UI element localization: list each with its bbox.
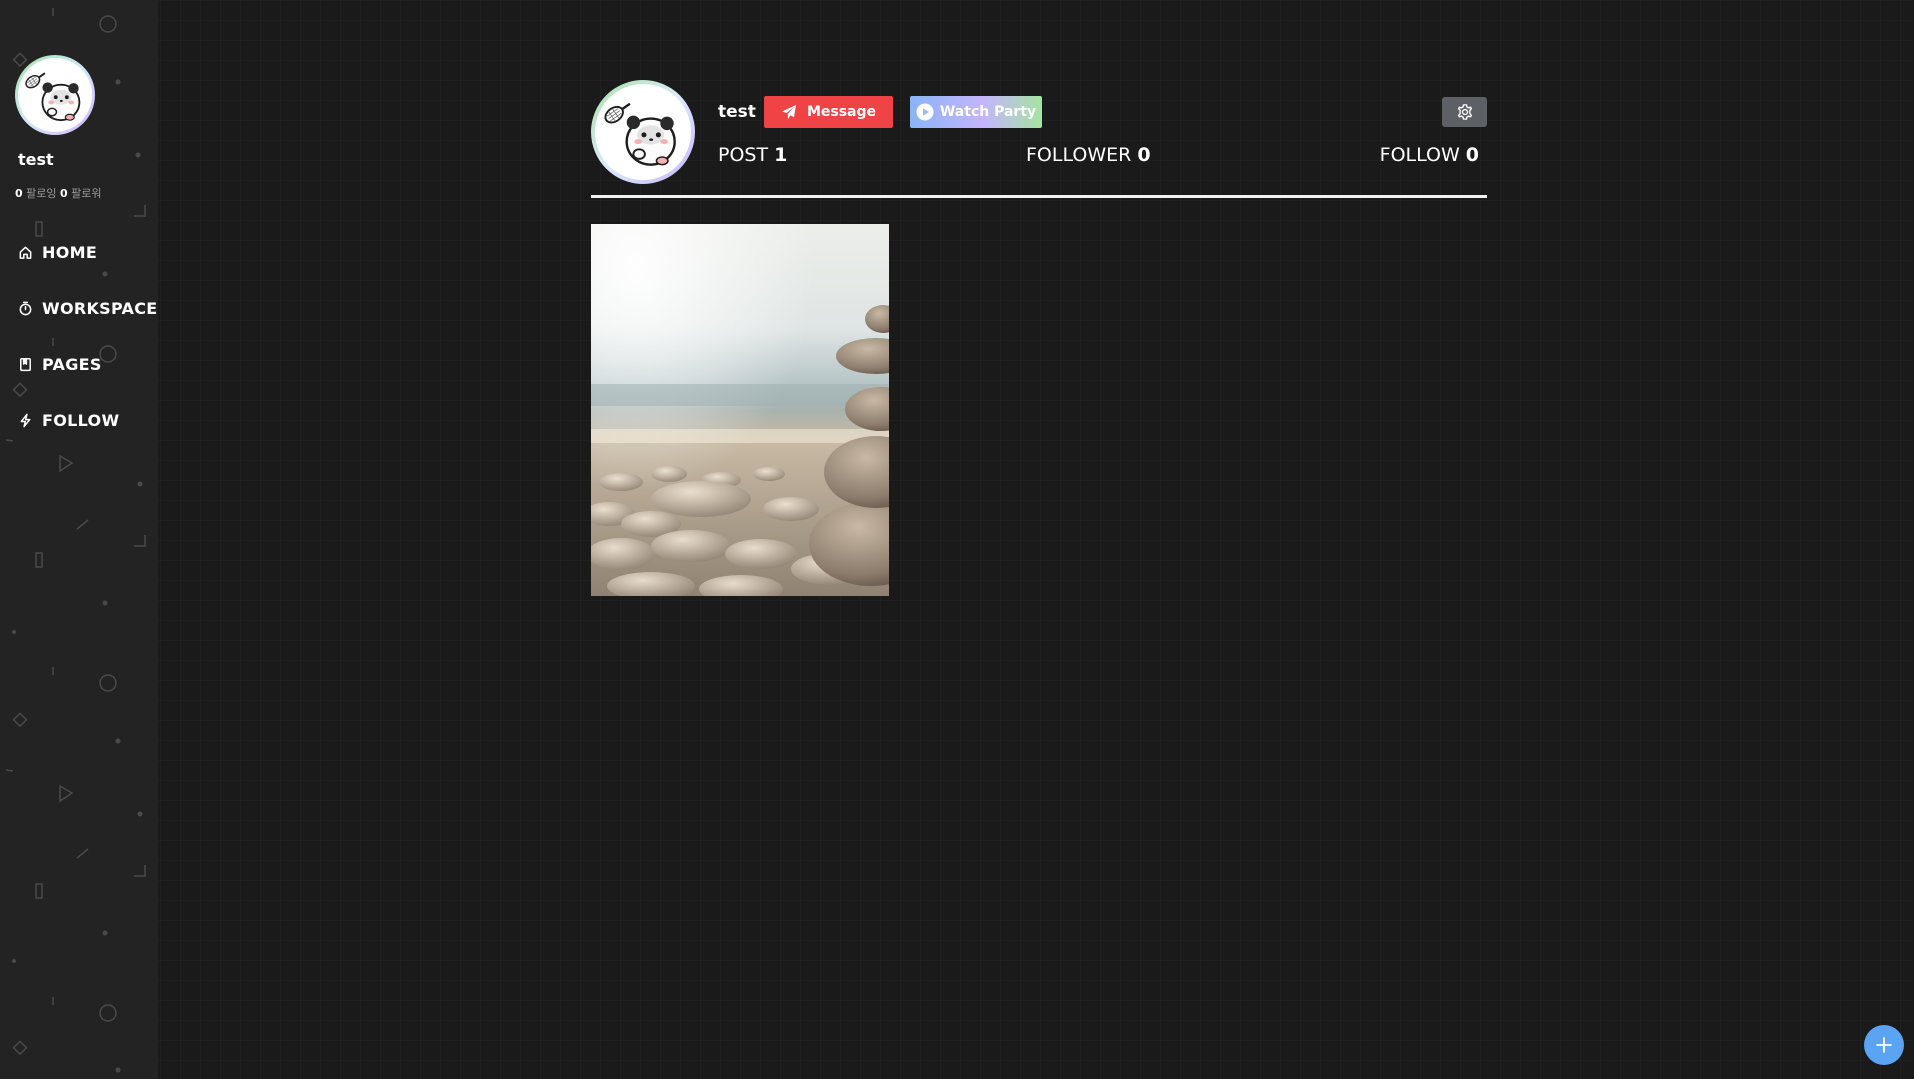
sidebar-item-label: PAGES <box>42 354 102 374</box>
message-button-label: Message <box>806 104 877 120</box>
settings-button[interactable] <box>1442 97 1487 127</box>
message-button[interactable]: Message <box>764 96 893 128</box>
follower-label: FOLLOWER <box>1026 144 1132 166</box>
timer-icon <box>16 299 34 317</box>
create-post-button[interactable] <box>1864 1025 1904 1065</box>
post-count: 1 <box>774 144 788 166</box>
follow-label: FOLLOW <box>1379 144 1460 166</box>
follower-count: 0 <box>1137 144 1151 166</box>
post-label: POST <box>718 144 769 166</box>
sidebar-item-pages[interactable]: PAGES <box>0 344 158 384</box>
profile-header: test Message Watch Party POST 1 FOLLOWER 0 <box>591 80 1487 200</box>
post-grid <box>591 224 889 596</box>
watch-party-button-label: Watch Party <box>939 104 1037 120</box>
sidebar-follower-label: 팔로워 <box>71 187 102 200</box>
sidebar-item-label: HOME <box>42 242 98 262</box>
hamster-avatar-image <box>18 58 92 132</box>
sidebar-username: test <box>18 150 54 169</box>
post-count-stat: POST 1 <box>718 144 787 166</box>
sidebar-item-label: FOLLOW <box>42 410 120 430</box>
sidebar: test 0 팔로잉 0 팔로워 HOME WORKSPACE PAGES FO… <box>0 0 158 1079</box>
follower-count-stat[interactable]: FOLLOWER 0 <box>1026 144 1151 166</box>
sidebar-nav: HOME WORKSPACE PAGES FOLLOW <box>0 232 158 456</box>
profile-avatar[interactable] <box>591 80 695 184</box>
bolt-icon <box>16 411 34 429</box>
play-circle-icon <box>916 103 934 121</box>
sidebar-following-count: 0 <box>15 187 23 200</box>
sidebar-item-follow[interactable]: FOLLOW <box>0 400 158 440</box>
profile-username: test <box>718 102 756 122</box>
plus-icon <box>1876 1037 1892 1053</box>
post-thumbnail[interactable] <box>591 224 889 596</box>
sidebar-item-workspace[interactable]: WORKSPACE <box>0 288 158 328</box>
home-icon <box>16 243 34 261</box>
sidebar-follow-stats: 0 팔로잉 0 팔로워 <box>15 185 102 201</box>
sidebar-following-label: 팔로잉 <box>26 187 57 200</box>
follow-count: 0 <box>1465 144 1479 166</box>
sidebar-follower-count: 0 <box>60 187 68 200</box>
paper-plane-icon <box>781 105 796 119</box>
sidebar-item-home[interactable]: HOME <box>0 232 158 272</box>
watch-party-button[interactable]: Watch Party <box>910 96 1042 128</box>
stacked-stones-beach-photo <box>591 224 889 596</box>
sidebar-item-label: WORKSPACE <box>42 298 158 318</box>
gear-icon <box>1457 104 1472 120</box>
sidebar-avatar[interactable] <box>15 55 95 135</box>
hamster-avatar-image <box>595 84 691 180</box>
follow-count-stat[interactable]: FOLLOW 0 <box>1380 144 1479 166</box>
profile-divider <box>591 195 1487 198</box>
app-root: test 0 팔로잉 0 팔로워 HOME WORKSPACE PAGES FO… <box>0 0 1914 1079</box>
book-icon <box>16 355 34 373</box>
